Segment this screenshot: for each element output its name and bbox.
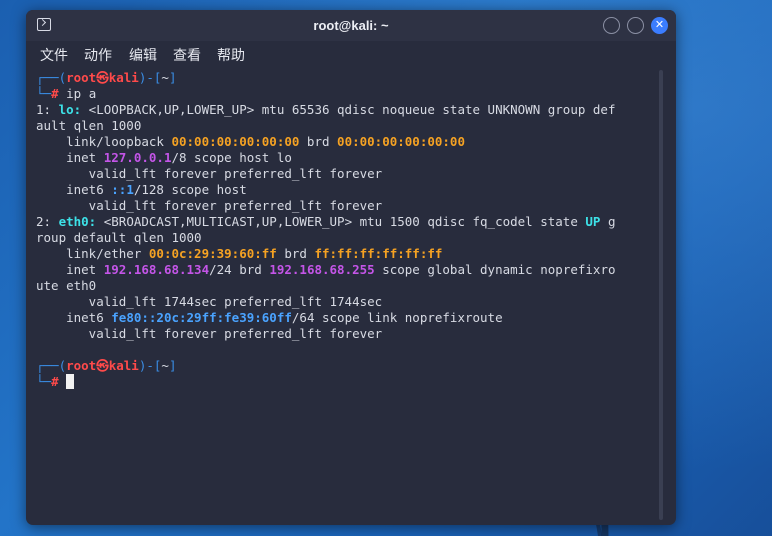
- title-bar[interactable]: root@kali: ~ ✕: [26, 10, 676, 41]
- close-icon: ✕: [654, 18, 665, 31]
- output-line: valid_lft forever preferred_lft forever: [36, 166, 383, 181]
- output-line: ute eth0: [36, 278, 97, 293]
- command-line: └─# ip a: [36, 86, 97, 101]
- prompt-line: ┌──(root㉿kali)-[~]: [36, 358, 177, 373]
- output-line: 2: eth0: <BROADCAST,MULTICAST,UP,LOWER_U…: [36, 214, 616, 229]
- command-text: ip a: [66, 86, 97, 101]
- menu-file[interactable]: 文件: [40, 45, 68, 65]
- menu-action[interactable]: 动作: [84, 45, 112, 65]
- scrollbar[interactable]: [659, 70, 663, 520]
- output-line: link/loopback 00:00:00:00:00:00 brd 00:0…: [36, 134, 465, 149]
- output-line: valid_lft 1744sec preferred_lft 1744sec: [36, 294, 383, 309]
- output-line: valid_lft forever preferred_lft forever: [36, 326, 383, 341]
- minimize-button[interactable]: [603, 17, 620, 34]
- menu-bar: 文件 动作 编辑 查看 帮助: [26, 41, 676, 69]
- maximize-button[interactable]: [627, 17, 644, 34]
- output-line: inet6 ::1/128 scope host: [36, 182, 247, 197]
- input-line[interactable]: └─#: [36, 374, 75, 390]
- menu-edit[interactable]: 编辑: [129, 45, 157, 65]
- output-line: ault qlen 1000: [36, 118, 142, 133]
- output-line: 1: lo: <LOOPBACK,UP,LOWER_UP> mtu 65536 …: [36, 102, 616, 117]
- menu-view[interactable]: 查看: [173, 45, 201, 65]
- output-line: valid_lft forever preferred_lft forever: [36, 198, 383, 213]
- output-line: inet 127.0.0.1/8 scope host lo: [36, 150, 292, 165]
- prompt-line: ┌──(root㉿kali)-[~]: [36, 70, 177, 85]
- terminal-output[interactable]: ┌──(root㉿kali)-[~] └─# ip a 1: lo: <LOOP…: [36, 70, 656, 520]
- text-cursor: [66, 374, 75, 389]
- terminal-window[interactable]: root@kali: ~ ✕ 文件 动作 编辑 查看 帮助 ┌──(root㉿k…: [26, 10, 676, 525]
- menu-help[interactable]: 帮助: [217, 45, 245, 65]
- output-line: inet 192.168.68.134/24 brd 192.168.68.25…: [36, 262, 616, 277]
- close-button[interactable]: ✕: [651, 17, 668, 34]
- window-title: root@kali: ~: [313, 18, 389, 33]
- output-line: roup default qlen 1000: [36, 230, 202, 245]
- output-line: inet6 fe80::20c:29ff:fe39:60ff/64 scope …: [36, 310, 503, 325]
- output-line: link/ether 00:0c:29:39:60:ff brd ff:ff:f…: [36, 246, 443, 261]
